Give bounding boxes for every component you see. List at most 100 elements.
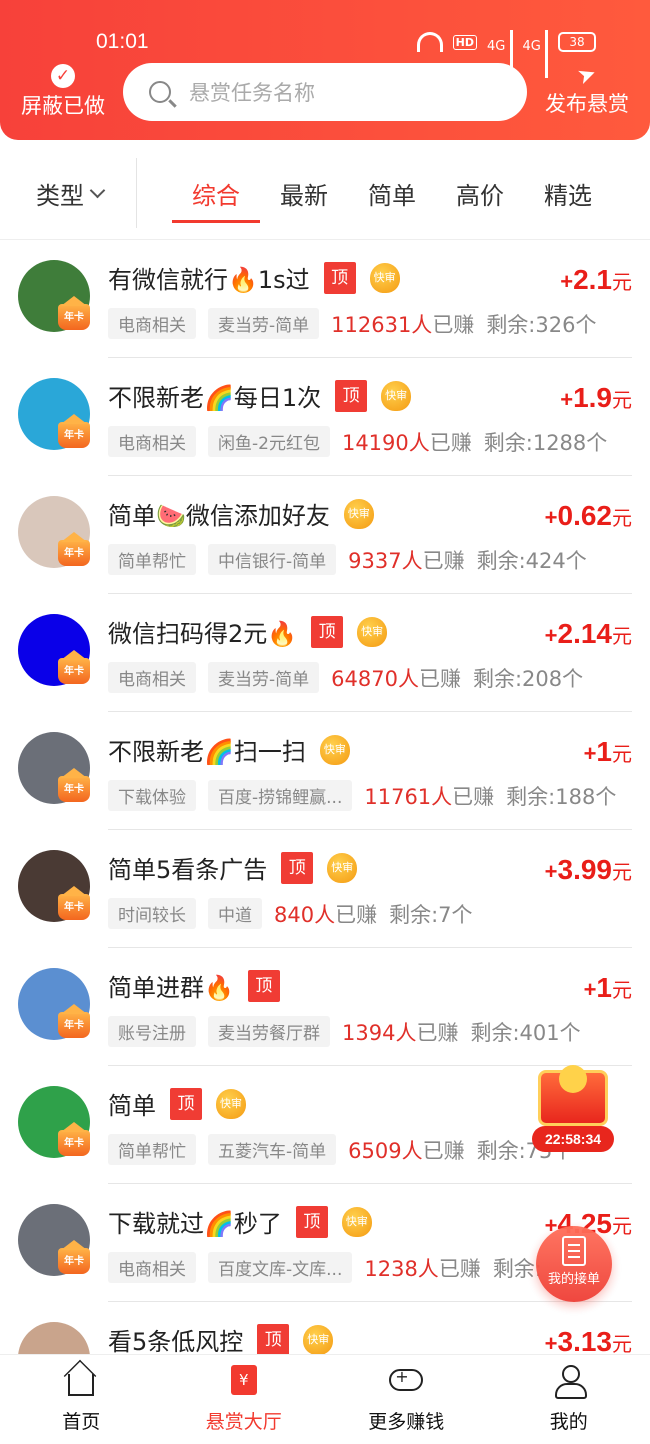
tab-simple[interactable]: 简单 [348,176,436,226]
task-row[interactable]: 年卡 有微信就行🔥1s过 顶 快审 电商相关 麦当劳-简单 112631人已赚 … [0,240,650,358]
task-price: +2.14元 [544,618,632,649]
chevron-down-icon [89,182,106,199]
task-title-line: 不限新老🌈每日1次 顶 快审 [108,378,412,413]
blocked-done-label: 屏蔽已做 [21,94,105,118]
task-price: +3.13元 [544,1326,632,1354]
my-orders-label: 我的接单 [547,1272,600,1287]
fast-review-badge: 快审 [303,1324,334,1354]
nav-home[interactable]: 首页 [0,1355,163,1444]
bottom-tabbar: 首页 ¥ 悬赏大厅 更多赚钱 我的 [0,1354,650,1444]
top-badge: 顶 [295,1205,328,1238]
category-tag: 电商相关 [108,1252,196,1283]
task-row[interactable]: 年卡 不限新老🌈每日1次 顶 快审 电商相关 闲鱼-2元红包 14190人已赚 … [0,358,650,476]
remaining-count: 剩余:7个 [389,902,473,927]
task-title: 简单进群🔥 [108,974,234,1002]
category-tag: 时间较长 [108,898,196,929]
task-meta: 简单帮忙 五菱汽车-简单 6509人已赚 剩余:75个 [108,1134,573,1165]
top-badge: 顶 [247,969,280,1002]
task-meta: 下载体验 百度-捞锦鲤赢... 11761人已赚 剩余:188个 [108,780,616,811]
nav-more-earn[interactable]: 更多赚钱 [325,1355,488,1444]
clipboard-icon [562,1236,586,1266]
earned-count: 6509人已赚 [348,1138,465,1163]
publish-reward-label: 发布悬赏 [545,92,629,116]
top-badge: 顶 [257,1323,290,1354]
category-tag: 电商相关 [108,426,196,457]
task-meta: 电商相关 百度文库-文库... 1238人已赚 剩余: [108,1252,542,1283]
wifi-icon [416,32,443,52]
remaining-count: 剩余:424个 [476,548,587,573]
year-card-crown-icon: 年卡 [58,1122,90,1156]
nav-reward-hall-label: 悬赏大厅 [205,1411,282,1433]
project-tag: 中道 [208,898,262,929]
earned-count: 11761人已赚 [364,784,495,809]
task-meta: 电商相关 闲鱼-2元红包 14190人已赚 剩余:1288个 [108,426,607,457]
task-title-line: 简单5看条广告 顶 快审 [108,850,358,885]
task-row[interactable]: 年卡 不限新老🌈扫一扫 快审 下载体验 百度-捞锦鲤赢... 11761人已赚 … [0,712,650,830]
task-title: 简单 [108,1092,156,1120]
tab-comprehensive[interactable]: 综合 [172,176,260,226]
year-card-crown-icon: 年卡 [58,1004,90,1038]
fast-review-badge: 快审 [343,498,374,529]
year-card-crown-icon: 年卡 [58,768,90,802]
earned-count: 840人已赚 [274,902,378,927]
task-row[interactable]: 看5条低风控 顶 快审 +3.13元 [0,1302,650,1354]
earned-count: 1238人已赚 [364,1256,481,1281]
task-list: 年卡 有微信就行🔥1s过 顶 快审 电商相关 麦当劳-简单 112631人已赚 … [0,240,650,1354]
project-tag: 麦当劳餐厅群 [208,1016,330,1047]
search-input[interactable]: 悬赏任务名称 [123,63,527,121]
blocked-done-button[interactable]: ✓ 屏蔽已做 [18,64,108,120]
task-meta: 时间较长 中道 840人已赚 剩余:7个 [108,898,473,929]
red-packet-timer: 22:58:34 [532,1126,614,1152]
earned-count: 14190人已赚 [341,430,472,455]
avatar [18,1322,90,1354]
tab-newest[interactable]: 最新 [260,176,348,226]
type-dropdown[interactable]: 类型 [36,176,106,211]
task-title: 简单🍉微信添加好友 [108,502,330,530]
task-title-line: 简单进群🔥 顶 [108,968,280,1003]
task-title-line: 微信扫码得2元🔥 顶 快审 [108,614,388,649]
task-title: 不限新老🌈扫一扫 [108,738,306,766]
category-tag: 简单帮忙 [108,1134,196,1165]
red-packet-float[interactable]: 22:58:34 [532,1065,614,1156]
task-meta: 电商相关 麦当劳-简单 112631人已赚 剩余:326个 [108,308,596,339]
task-title-line: 简单🍉微信添加好友 快审 [108,496,374,531]
project-tag: 五菱汽车-简单 [208,1134,337,1165]
year-card-crown-icon: 年卡 [58,1240,90,1274]
year-card-crown-icon: 年卡 [58,886,90,920]
remaining-count: 剩余:188个 [506,784,617,809]
nav-home-label: 首页 [62,1411,101,1433]
publish-reward-button[interactable]: ➤ 发布悬赏 [542,60,632,118]
year-card-crown-icon: 年卡 [58,414,90,448]
earned-count: 64870人已赚 [331,666,461,691]
task-meta: 账号注册 麦当劳餐厅群 1394人已赚 剩余:401个 [108,1016,581,1047]
task-price: +3.99元 [544,854,632,885]
task-meta: 电商相关 麦当劳-简单 64870人已赚 剩余:208个 [108,662,583,693]
task-title: 看5条低风控 [108,1328,244,1354]
home-icon [68,1374,95,1396]
task-row[interactable]: 年卡 简单5看条广告 顶 快审 时间较长 中道 840人已赚 剩余:7个 +3.… [0,830,650,948]
earned-count: 1394人已赚 [342,1020,459,1045]
nav-mine[interactable]: 我的 [488,1355,650,1444]
divider [136,158,137,228]
hall-icon: ¥ [230,1365,257,1395]
task-price: +2.1元 [560,264,632,295]
remaining-count: 剩余:1288个 [483,430,608,455]
task-row[interactable]: 年卡 微信扫码得2元🔥 顶 快审 电商相关 麦当劳-简单 64870人已赚 剩余… [0,594,650,712]
my-orders-button[interactable]: 我的接单 [536,1226,612,1302]
category-tag: 简单帮忙 [108,544,196,575]
paper-plane-icon: ➤ [573,60,600,91]
top-badge: 顶 [170,1087,202,1120]
task-row[interactable]: 年卡 简单进群🔥 顶 账号注册 麦当劳餐厅群 1394人已赚 剩余:401个 +… [0,948,650,1066]
filter-bar: 类型 综合 最新 简单 高价 精选 [0,140,650,240]
task-title-line: 下载就过🌈秒了 顶 快审 [108,1204,372,1239]
tab-featured[interactable]: 精选 [524,176,612,226]
task-price: +0.62元 [544,500,632,531]
task-title: 不限新老🌈每日1次 [108,384,322,412]
tab-high-price[interactable]: 高价 [436,176,524,226]
fast-review-badge: 快审 [357,616,388,647]
fast-review-badge: 快审 [319,734,350,765]
nav-reward-hall[interactable]: ¥ 悬赏大厅 [163,1355,326,1444]
remaining-count: 剩余:401个 [470,1020,581,1045]
task-row[interactable]: 年卡 简单🍉微信添加好友 快审 简单帮忙 中信银行-简单 9337人已赚 剩余:… [0,476,650,594]
top-header: 01:01 HD 4G 4G 38 ✓ 屏蔽已做 悬赏任务名称 ➤ 发布悬赏 [0,0,650,140]
